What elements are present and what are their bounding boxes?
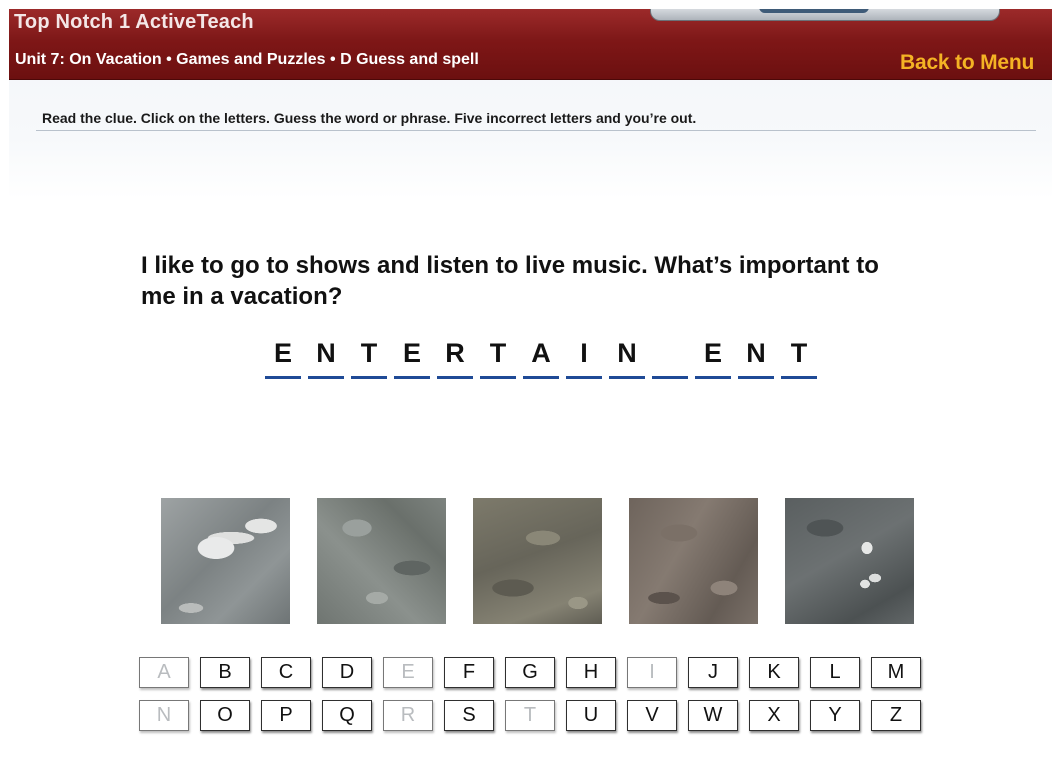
- slot-underline: [308, 376, 344, 379]
- letter-key-d[interactable]: D: [322, 657, 372, 688]
- slot-letter: T: [790, 338, 808, 368]
- top-tab-indicator: [759, 9, 869, 13]
- slot-underline: [480, 376, 516, 379]
- letter-key-o[interactable]: O: [200, 700, 250, 731]
- clue-text: I like to go to shows and listen to live…: [141, 252, 879, 310]
- letter-key-p[interactable]: P: [261, 700, 311, 731]
- slot-letter: E: [703, 338, 722, 368]
- slot-letter: A: [531, 338, 551, 368]
- slot-underline: [652, 376, 688, 379]
- letter-slot: T: [349, 334, 389, 379]
- slot-letter: E: [402, 338, 421, 368]
- letter-key-w[interactable]: W: [688, 700, 738, 731]
- letter-key-v[interactable]: V: [627, 700, 677, 731]
- letter-key-x[interactable]: X: [749, 700, 799, 731]
- slot-underline: [351, 376, 387, 379]
- letter-key-s[interactable]: S: [444, 700, 494, 731]
- navigation-bar: Unit 7: On Vacation • Games and Puzzles …: [9, 40, 1052, 80]
- letter-key-r[interactable]: R: [383, 700, 433, 731]
- divider: [36, 130, 1036, 131]
- rock-texture-1-image: [161, 498, 290, 624]
- slot-letter: T: [489, 338, 507, 368]
- letter-key-a[interactable]: A: [139, 657, 189, 688]
- slot-letter: T: [360, 338, 378, 368]
- letter-key-l[interactable]: L: [810, 657, 860, 688]
- slot-underline: [394, 376, 430, 379]
- letter-key-y[interactable]: Y: [810, 700, 860, 731]
- slot-letter: N: [746, 338, 766, 368]
- letter-key-j[interactable]: J: [688, 657, 738, 688]
- letter-key-t[interactable]: T: [505, 700, 555, 731]
- letter-slot: N: [306, 334, 346, 379]
- slot-letter: I: [580, 338, 588, 368]
- slot-underline: [265, 376, 301, 379]
- rock-texture-4-image: [629, 498, 758, 624]
- penalty-image-tiles: [161, 498, 917, 626]
- rock-texture-5-image: [785, 498, 914, 624]
- letter-slot: E: [392, 334, 432, 379]
- letter-slot: R: [435, 334, 475, 379]
- keyboard-row-2: NOPQRSTUVWXYZ: [139, 700, 935, 731]
- letter-keyboard: ABCDEFGHIJKLM NOPQRSTUVWXYZ: [139, 657, 935, 743]
- slot-underline: [437, 376, 473, 379]
- letter-slot: I: [564, 334, 604, 379]
- letter-key-f[interactable]: F: [444, 657, 494, 688]
- breadcrumb: Unit 7: On Vacation • Games and Puzzles …: [15, 51, 479, 68]
- letter-slot: A: [521, 334, 561, 379]
- keyboard-row-1: ABCDEFGHIJKLM: [139, 657, 935, 688]
- letter-slot: N: [607, 334, 647, 379]
- word-slots: ENTERTAINENT: [263, 334, 823, 379]
- letter-slot: T: [478, 334, 518, 379]
- app-window: Top Notch 1 ActiveTeach Unit 7: On Vacat…: [9, 9, 1052, 757]
- slot-letter: E: [273, 338, 292, 368]
- letter-key-q[interactable]: Q: [322, 700, 372, 731]
- letter-key-b[interactable]: B: [200, 657, 250, 688]
- letter-key-e[interactable]: E: [383, 657, 433, 688]
- letter-key-g[interactable]: G: [505, 657, 555, 688]
- letter-key-u[interactable]: U: [566, 700, 616, 731]
- letter-key-k[interactable]: K: [749, 657, 799, 688]
- letter-key-n[interactable]: N: [139, 700, 189, 731]
- letter-key-m[interactable]: M: [871, 657, 921, 688]
- slot-letter: R: [445, 338, 465, 368]
- slot-underline: [609, 376, 645, 379]
- slot-underline: [695, 376, 731, 379]
- rock-texture-2-image: [317, 498, 446, 624]
- back-to-menu-link[interactable]: Back to Menu: [900, 51, 1034, 75]
- letter-slot: N: [736, 334, 776, 379]
- letter-slot: T: [779, 334, 819, 379]
- letter-key-h[interactable]: H: [566, 657, 616, 688]
- letter-slot: E: [263, 334, 303, 379]
- app-title: Top Notch 1 ActiveTeach: [14, 11, 254, 33]
- instructions-text: Read the clue. Click on the letters. Gue…: [42, 110, 697, 126]
- letter-slot: E: [693, 334, 733, 379]
- slot-underline: [781, 376, 817, 379]
- letter-slot: [650, 334, 690, 379]
- letter-key-i[interactable]: I: [627, 657, 677, 688]
- letter-key-z[interactable]: Z: [871, 700, 921, 731]
- slot-underline: [566, 376, 602, 379]
- slot-underline: [523, 376, 559, 379]
- title-bar: Top Notch 1 ActiveTeach: [9, 9, 1052, 40]
- rock-texture-3-image: [473, 498, 602, 624]
- top-control-tab[interactable]: [650, 9, 1000, 21]
- slot-letter: N: [617, 338, 637, 368]
- slot-underline: [738, 376, 774, 379]
- letter-key-c[interactable]: C: [261, 657, 311, 688]
- slot-letter: N: [316, 338, 336, 368]
